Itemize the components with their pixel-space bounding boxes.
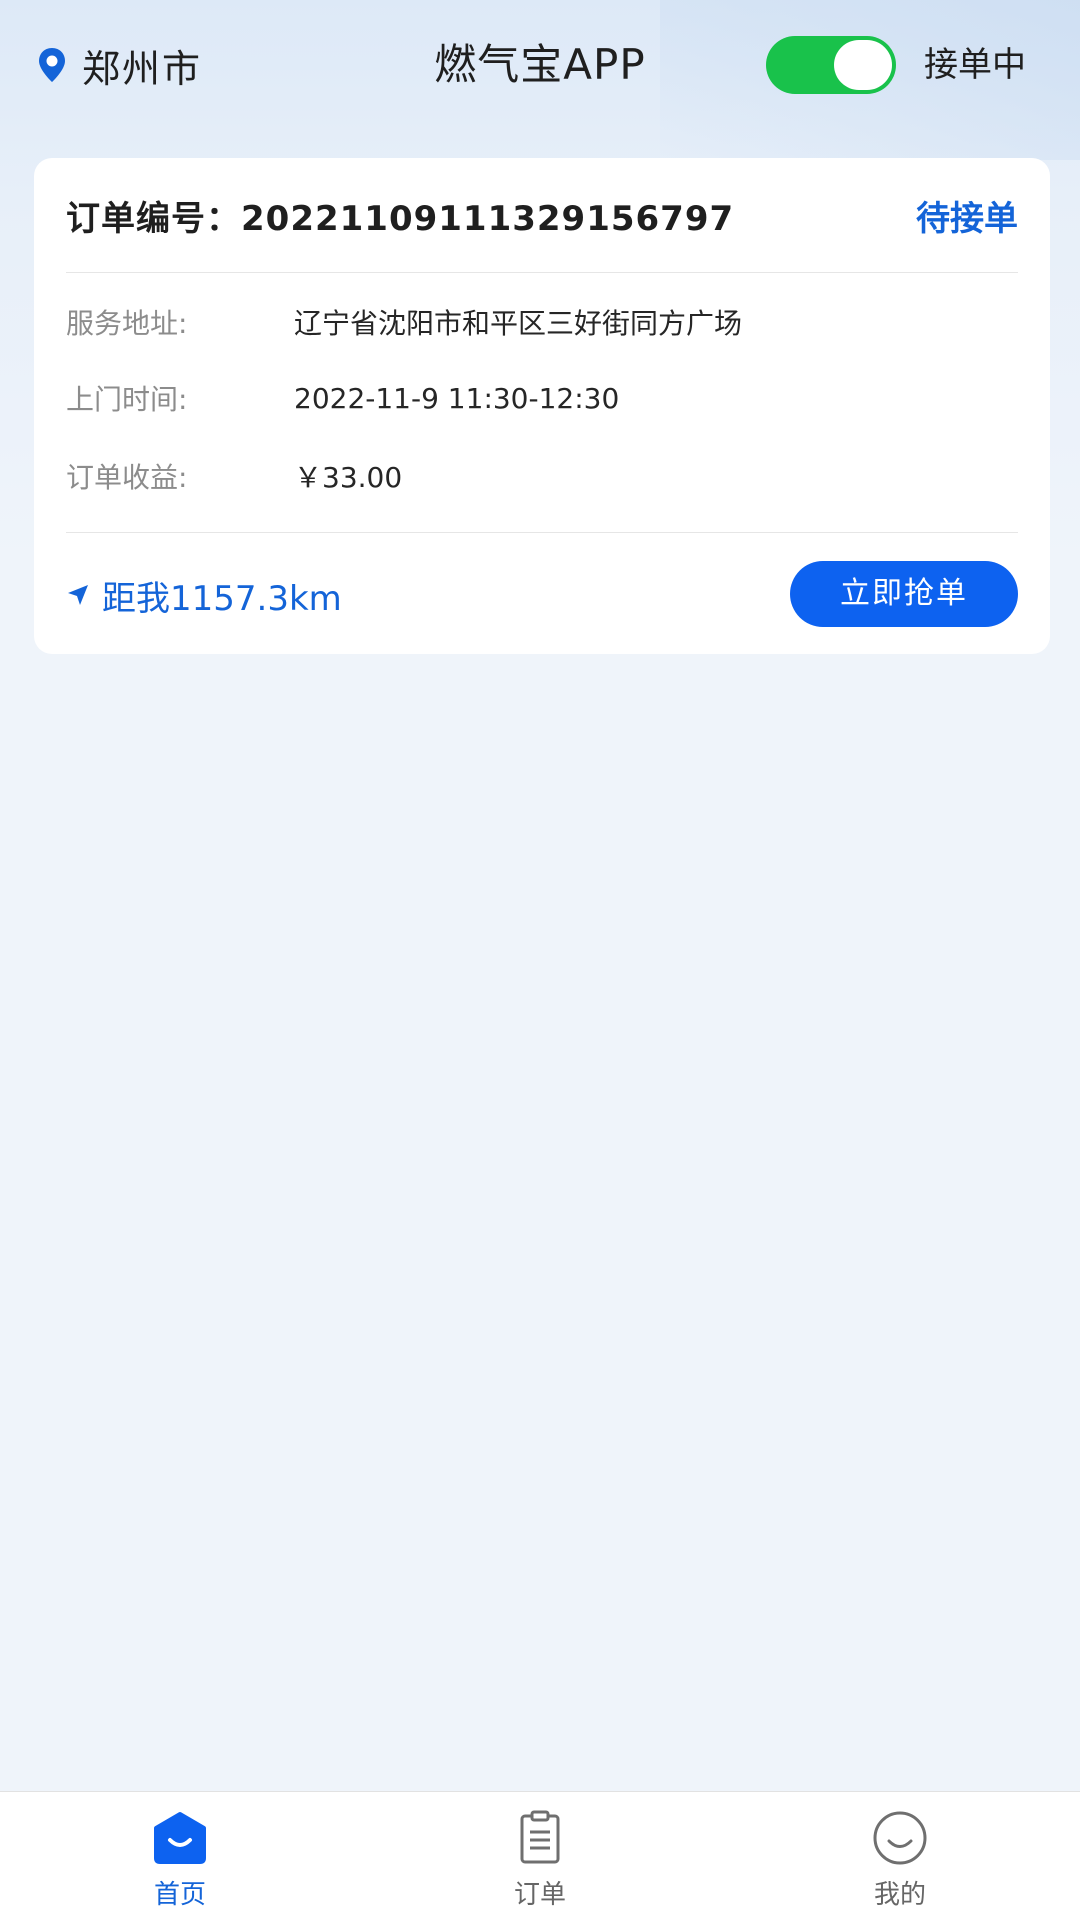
toggle-knob [834,40,892,90]
bottom-tab-bar: 首页 订单 我的 [0,1791,1080,1920]
location-pin-icon [39,48,65,82]
time-row: 上门时间: 2022-11-9 11:30-12:30 [66,378,619,418]
order-number: 订单编号：20221109111329156797 [66,198,735,239]
clipboard-icon [520,1810,560,1864]
accept-orders-label: 接单中 [924,45,1026,85]
tab-orders-label: 订单 [513,1880,566,1910]
tab-orders[interactable]: 订单 [360,1792,720,1920]
tab-profile[interactable]: 我的 [720,1792,1080,1920]
address-row: 服务地址: 辽宁省沈阳市和平区三好街同方广场 [66,302,742,342]
accept-orders-toggle[interactable] [766,36,896,94]
address-value: 辽宁省沈阳市和平区三好街同方广场 [294,307,743,340]
tab-home[interactable]: 首页 [0,1792,360,1920]
grab-order-button[interactable]: 立即抢单 [790,561,1018,627]
tab-profile-label: 我的 [873,1880,926,1910]
order-card-header: 订单编号：20221109111329156797 待接单 [66,158,1018,273]
time-label: 上门时间: [66,383,188,416]
order-card[interactable]: 订单编号：20221109111329156797 待接单 服务地址: 辽宁省沈… [34,158,1050,654]
tab-home-label: 首页 [153,1880,206,1910]
income-value: ￥33.00 [294,461,403,494]
smile-icon [873,1811,927,1865]
income-row: 订单收益: ￥33.00 [66,456,402,496]
city-name: 郑州市 [82,46,203,91]
income-label: 订单收益: [66,461,188,494]
home-icon [154,1812,206,1864]
time-value: 2022-11-9 11:30-12:30 [294,381,620,415]
order-card-footer: 距我1157.3km 立即抢单 [66,532,1018,655]
address-label: 服务地址: [66,307,188,340]
top-header: 郑州市 燃气宝APP 接单中 [0,30,1080,100]
order-status-badge: 待接单 [916,198,1018,239]
navigation-arrow-icon [68,585,88,605]
distance-text: 距我1157.3km [102,578,342,619]
city-selector[interactable]: 郑州市 [36,30,202,100]
distance-info: 距我1157.3km [66,563,342,627]
